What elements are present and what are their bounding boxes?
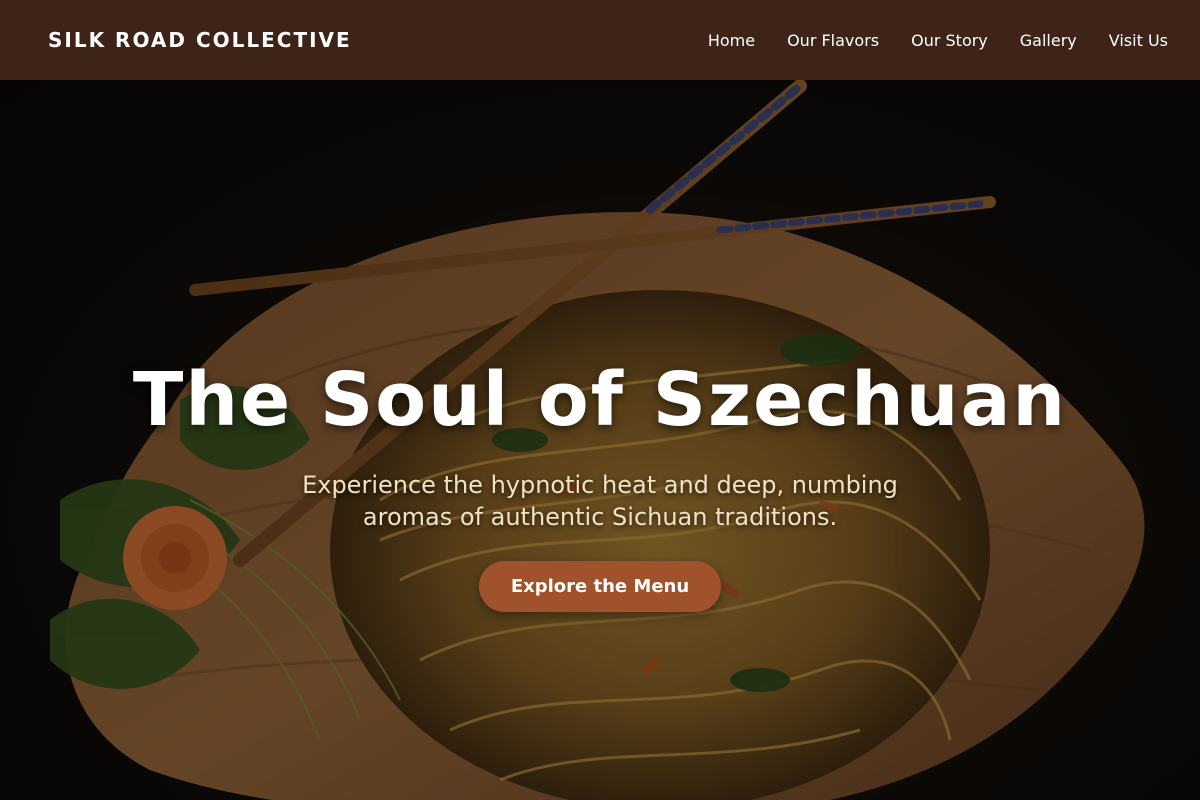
- nav-link-our-flavors[interactable]: Our Flavors: [787, 31, 879, 50]
- brand-logo[interactable]: SILK ROAD COLLECTIVE: [48, 28, 352, 52]
- nav-link-visit-us[interactable]: Visit Us: [1109, 31, 1168, 50]
- hero-content: The Soul of Szechuan Experience the hypn…: [0, 357, 1200, 613]
- main-nav: Home Our Flavors Our Story Gallery Visit…: [708, 31, 1168, 50]
- site-header: SILK ROAD COLLECTIVE Home Our Flavors Ou…: [0, 0, 1200, 80]
- nav-link-gallery[interactable]: Gallery: [1020, 31, 1077, 50]
- nav-link-our-story[interactable]: Our Story: [911, 31, 988, 50]
- hero-title: The Soul of Szechuan: [132, 357, 1068, 443]
- explore-menu-button[interactable]: Explore the Menu: [478, 561, 722, 613]
- hero-subtitle: Experience the hypnotic heat and deep, n…: [302, 471, 898, 532]
- nav-link-home[interactable]: Home: [708, 31, 755, 50]
- hero-section: The Soul of Szechuan Experience the hypn…: [0, 80, 1200, 800]
